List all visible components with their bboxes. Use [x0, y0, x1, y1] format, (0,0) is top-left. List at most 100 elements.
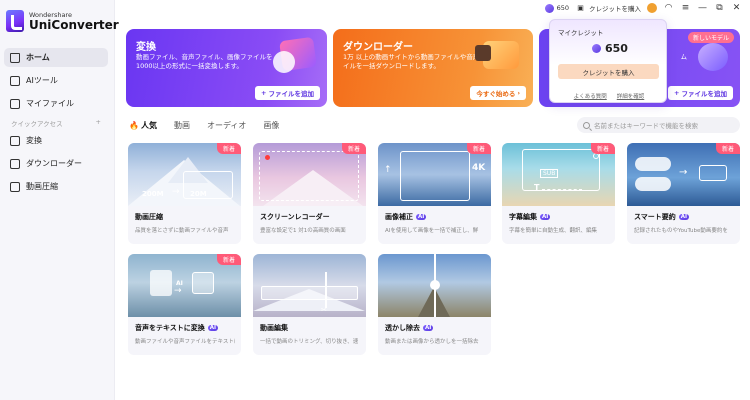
scissors-icon: ✂	[321, 306, 327, 314]
card-subtitle-edit[interactable]: SUB T 新着 字幕編集 AI 字幕を簡単に自動生成、翻訳、編集	[502, 143, 615, 244]
add-file-label: ファイルを追加	[268, 90, 315, 98]
brand-name: UniConverter	[29, 17, 119, 32]
search-placeholder: 名前またはキーワードで機能を検索	[594, 122, 698, 130]
card-desc: 動画または画像から透かしを一括除去	[385, 339, 479, 345]
arrow-right-icon: →	[172, 187, 180, 197]
sidebar-item-convert[interactable]: 変換	[4, 131, 108, 150]
sidebar-item-ai-tools[interactable]: AIツール	[4, 71, 108, 90]
tab-audio[interactable]: オーディオ	[207, 120, 246, 131]
tab-popular[interactable]: 🔥 人気	[129, 120, 157, 131]
ai-badge: AI	[678, 214, 690, 220]
buy-credits-link[interactable]: ▣ クレジットを購入	[575, 3, 641, 14]
card-desc: 記録されたものやYouTube動画要約を	[634, 228, 728, 234]
card-video-compress[interactable]: 200M 20M → 新着 動画圧縮 品質を落とさずに動画ファイルや音声	[128, 143, 241, 244]
credit-indicator[interactable]: 650	[544, 3, 569, 13]
credit-coin-icon	[592, 44, 601, 53]
title-bar: 650 ▣ クレジットを購入 ◠ ≡ — ⧉ ✕	[544, 0, 750, 16]
card-video-edit[interactable]: ✂ 動画編集 一括で動画のトリミング、切り抜き、速	[253, 254, 366, 355]
start-now-label: 今すぐ始める	[476, 90, 516, 98]
credit-count: 650	[556, 4, 569, 12]
sidebar: Wondershare UniConverter ホーム AIツール マイファイ…	[0, 0, 119, 400]
card-speech-to-text[interactable]: AI → 新着 音声をテキストに変換 AI 動画ファイルや音声ファイルをテキストに	[128, 254, 241, 355]
headset-icon[interactable]: ◠	[663, 3, 674, 14]
restore-icon[interactable]: ⧉	[714, 3, 725, 14]
avatar[interactable]	[647, 3, 657, 13]
downloader-icon	[10, 158, 20, 169]
sidebar-item-label: AIツール	[26, 76, 58, 85]
card-title: 字幕編集 AI	[509, 212, 551, 222]
buy-credits-button[interactable]: クレジットを購入	[558, 64, 659, 79]
card-thumbnail	[378, 254, 491, 317]
buy-credits-label: クレジットを購入	[589, 5, 641, 13]
card-watermark-remove[interactable]: 透かし除去 AI 動画または画像から透かしを一括除去	[378, 254, 491, 355]
convert-banner[interactable]: 変換 動画ファイル、音声ファイル、画像ファイルを1000以上の形式に一括変換しま…	[126, 29, 327, 107]
sidebar-item-label: ダウンローダー	[26, 159, 82, 168]
sidebar-item-label: マイファイル	[26, 99, 74, 108]
plus-icon: +	[674, 89, 680, 97]
banner-desc: 1万 以上の動画サイトから動画ファイルや音声ファイルを一括ダウンロードします。	[343, 53, 493, 70]
sidebar-item-compress[interactable]: 動画圧縮	[4, 177, 108, 196]
card-image-enhance[interactable]: ↑ 4K 新着 画像補正 AI AIを使用して画像を一括で補正し、鮮	[378, 143, 491, 244]
sidebar-item-label: 動画圧縮	[26, 182, 58, 191]
sidebar-item-my-files[interactable]: マイファイル	[4, 94, 108, 113]
card-desc: 一括で動画のトリミング、切り抜き、速	[260, 339, 359, 345]
popup-title: マイクレジット	[558, 29, 604, 37]
credit-popup: マイクレジット 650 クレジットを購入 よくある質問 詳細を確認	[549, 19, 667, 103]
credit-coin-icon	[544, 3, 554, 13]
sidebar-item-label: 変換	[26, 136, 42, 145]
app-logo: Wondershare UniConverter	[6, 10, 119, 32]
ai-badge: AI	[207, 325, 219, 331]
sidebar-item-home[interactable]: ホーム	[4, 48, 108, 67]
close-icon[interactable]: ✕	[731, 3, 742, 14]
downloader-banner[interactable]: ダウンローダー 1万 以上の動画サイトから動画ファイルや音声ファイルを一括ダウン…	[333, 29, 533, 107]
arrow-right-icon: ›	[517, 89, 520, 97]
banner-title: 変換	[136, 42, 156, 53]
add-file-button[interactable]: + ファイルを追加	[255, 86, 320, 100]
playhead	[325, 272, 327, 308]
add-file-button[interactable]: + ファイルを追加	[668, 86, 733, 100]
menu-icon[interactable]: ≡	[680, 3, 691, 14]
card-title: 動画編集	[260, 323, 288, 333]
new-badge: 新着	[466, 143, 491, 154]
banner-desc: ム	[680, 53, 688, 61]
details-link[interactable]: 詳細を確認	[617, 92, 645, 100]
uniconverter-logo-icon	[6, 10, 24, 32]
faq-link[interactable]: よくある質問	[574, 92, 607, 100]
arrow-right-icon: →	[679, 167, 688, 178]
card-desc: AIを使用して画像を一括で補正し、鮮	[385, 228, 479, 234]
sidebar-item-label: ホーム	[26, 53, 50, 62]
card-screen-recorder[interactable]: 新着 スクリーンレコーダー 豊富な設定で1 対1の高画質の画面	[253, 143, 366, 244]
size-before: 200M	[142, 190, 164, 198]
sidebar-item-downloader[interactable]: ダウンローダー	[4, 154, 108, 173]
ai-tools-icon	[10, 75, 20, 86]
card-title-text: 動画圧縮	[135, 213, 163, 221]
card-smart-summary[interactable]: → 新着 スマート要約 AI 記録されたものやYouTube動画要約を	[627, 143, 740, 244]
quick-access-header: クイックアクセス +	[11, 118, 101, 128]
card-title: 透かし除去 AI	[385, 323, 434, 333]
card-title-text: 字幕編集	[509, 213, 537, 221]
minimize-icon[interactable]: —	[697, 3, 708, 14]
tab-video[interactable]: 動画	[174, 120, 190, 131]
tab-image[interactable]: 画像	[263, 120, 279, 131]
popup-links: よくある質問 詳細を確認	[550, 92, 668, 100]
summary-doc-icon	[699, 165, 727, 181]
new-badge: 新着	[715, 143, 740, 154]
new-badge: 新着	[590, 143, 615, 154]
card-title-text: 音声をテキストに変換	[135, 324, 205, 332]
card-title-text: スクリーンレコーダー	[260, 213, 330, 221]
banner-desc: 動画ファイル、音声ファイル、画像ファイルを1000以上の形式に一括変換します。	[136, 53, 273, 70]
split-handle-icon[interactable]	[430, 280, 440, 290]
search-input[interactable]: 名前またはキーワードで機能を検索	[577, 117, 740, 133]
card-title: 動画圧縮	[135, 212, 163, 222]
tab-label: 人気	[140, 121, 157, 130]
start-now-button[interactable]: 今すぐ始める ›	[470, 86, 526, 100]
category-tabs: 🔥 人気 動画 オーディオ 画像	[129, 120, 279, 131]
new-badge: 新着	[216, 254, 241, 265]
size-after: 20M	[190, 190, 207, 198]
add-quick-access-icon[interactable]: +	[96, 118, 101, 128]
compress-icon	[10, 181, 20, 192]
resolution-label: 4K	[472, 163, 486, 173]
card-thumbnail: ✂	[253, 254, 366, 317]
card-title: 音声をテキストに変換 AI	[135, 323, 219, 333]
arrow-up-icon: ↑	[384, 165, 392, 175]
